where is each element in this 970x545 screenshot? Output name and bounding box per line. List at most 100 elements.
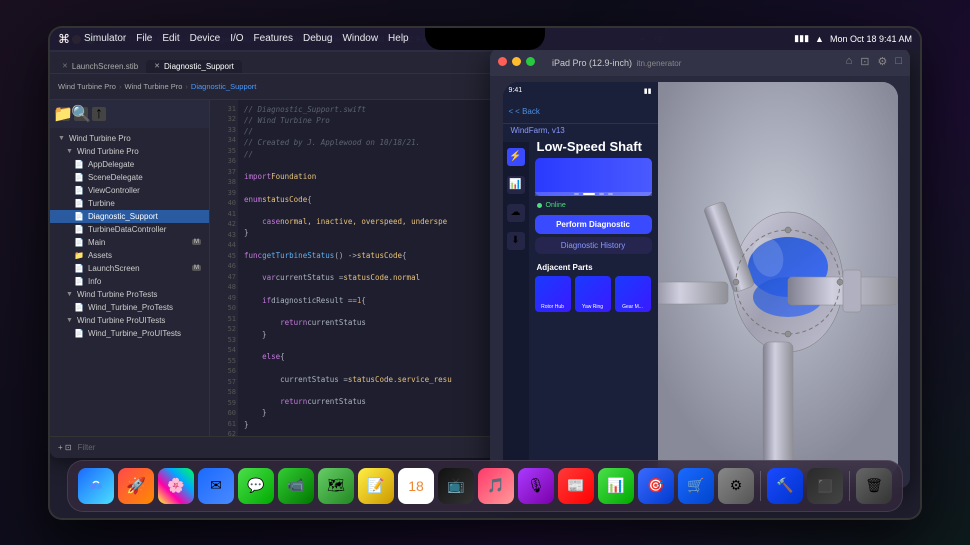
dock-notes[interactable]: 📝 — [358, 468, 394, 504]
path-segment-active: Diagnostic_Support — [191, 82, 256, 91]
ipad-nav-bar: < < Back — [503, 100, 658, 124]
menu-edit[interactable]: Edit — [162, 33, 179, 44]
home-icon[interactable]: ⌂ — [846, 55, 853, 68]
sidebar-item-scenedelegate[interactable]: 📄 SceneDelegate — [50, 171, 209, 184]
ipad-maximize-button[interactable] — [526, 57, 535, 66]
sidebar-item-turbine[interactable]: 📄 Turbine — [50, 197, 209, 210]
app-name-menu[interactable]: Simulator — [84, 33, 126, 44]
sidebar-item-uitests-group[interactable]: ▼ Wind Turbine ProUITests — [50, 314, 209, 327]
file-icon: 📄 — [74, 212, 84, 221]
app-name-label: WindFarm, v13 — [503, 124, 658, 137]
sidebar-item-test1[interactable]: 📄 Wind_Turbine_ProTests — [50, 301, 209, 314]
ipad-minimize-button[interactable] — [512, 57, 521, 66]
sidebar-item-label: Wind Turbine Pro — [77, 147, 139, 156]
sidebar-chart-icon[interactable]: 📊 — [507, 176, 525, 194]
add-source-button[interactable]: + ⊡ — [58, 443, 72, 452]
menu-file[interactable]: File — [136, 33, 152, 44]
sidebar-item-diagnostic[interactable]: 📄 Diagnostic_Support — [50, 210, 209, 223]
ipad-window-subtitle: itn.generator — [637, 59, 682, 68]
dock-numbers[interactable]: 📊 — [598, 468, 634, 504]
file-icon: 📄 — [74, 160, 84, 169]
dock-news[interactable]: 📰 — [558, 468, 594, 504]
dock-trash[interactable]: 🗑 — [856, 468, 892, 504]
thumbnail-gear[interactable]: Gear M... — [615, 276, 651, 312]
tab-label: LaunchScreen.stib — [72, 62, 138, 71]
dock-tv[interactable]: 📺 — [438, 468, 474, 504]
dock-facetime[interactable]: 📹 — [278, 468, 314, 504]
dock-podcasts[interactable]: 🎙 — [518, 468, 554, 504]
dock-divider-2 — [849, 471, 850, 501]
menubar-right: ▮▮▮ ▲ Mon Oct 18 9:41 AM — [794, 33, 912, 44]
thumb-label: Rotor Hub — [541, 304, 564, 310]
sidebar-item-tests-group[interactable]: ▼ Wind Turbine ProTests — [50, 288, 209, 301]
dock-keynote[interactable]: 🎯 — [638, 468, 674, 504]
menu-window[interactable]: Window — [342, 33, 378, 44]
thumbnail-rotor-hub[interactable]: Rotor Hub — [535, 276, 571, 312]
sidebar-cloud-icon[interactable]: ☁ — [507, 204, 525, 222]
sidebar-item-label: TurbineDataController — [88, 225, 166, 234]
dock-reminders[interactable]: 18 — [398, 468, 434, 504]
back-arrow-icon: < — [509, 107, 514, 116]
ipad-close-button[interactable] — [498, 57, 507, 66]
sidebar-item-appdelegate[interactable]: 📄 AppDelegate — [50, 158, 209, 171]
tab-label: Diagnostic_Support — [164, 62, 234, 71]
tab-launchscreen[interactable]: ✕ LaunchScreen.stib — [54, 60, 146, 73]
dock-appstore[interactable]: 🛒 — [678, 468, 714, 504]
sidebar-item-main[interactable]: 📄 Main M — [50, 236, 209, 249]
file-icon: 📄 — [74, 225, 84, 234]
tab-close-icon[interactable]: ✕ — [154, 62, 160, 70]
menu-io[interactable]: I/O — [230, 33, 243, 44]
sidebar-item-datacontroller[interactable]: 📄 TurbineDataController — [50, 223, 209, 236]
sidebar-git-icon[interactable]: ↑ — [92, 107, 106, 121]
dock-finder[interactable] — [78, 468, 114, 504]
sidebar-item-label: Diagnostic_Support — [88, 212, 158, 221]
dock-photos[interactable]: 🌸 — [158, 468, 194, 504]
tab-diagnostic-support[interactable]: ✕ Diagnostic_Support — [146, 60, 242, 73]
diagnostic-history-button[interactable]: Diagnostic History — [535, 237, 652, 254]
dock-xcode[interactable]: 🔨 — [767, 468, 803, 504]
file-icon: 📄 — [74, 264, 84, 273]
menu-device[interactable]: Device — [190, 33, 221, 44]
menu-features[interactable]: Features — [254, 33, 293, 44]
notch — [425, 28, 545, 50]
clock: Mon Oct 18 9:41 AM — [830, 34, 912, 44]
dock-settings[interactable]: ⚙ — [718, 468, 754, 504]
dock-mail[interactable]: ✉ — [198, 468, 234, 504]
sidebar-folder-icon[interactable]: 📁 — [56, 107, 70, 121]
tab-close-icon[interactable]: ✕ — [62, 62, 68, 70]
back-button[interactable]: < < Back — [509, 107, 540, 116]
sidebar-item-viewcontroller[interactable]: 📄 ViewController — [50, 184, 209, 197]
sidebar-item-label: Wind Turbine Pro — [69, 134, 131, 143]
dock-maps[interactable]: 🗺 — [318, 468, 354, 504]
shaft-image-strip[interactable] — [535, 158, 652, 196]
file-icon: 📁 — [74, 251, 84, 260]
sidebar-home-icon[interactable]: ⚡ — [507, 148, 525, 166]
sidebar-item-group[interactable]: ▼ Wind Turbine Pro — [50, 145, 209, 158]
share-icon[interactable]: □ — [895, 55, 902, 68]
file-icon: 📄 — [74, 303, 84, 312]
sidebar-item-info[interactable]: 📄 Info — [50, 275, 209, 288]
sidebar-item-assets[interactable]: 📁 Assets — [50, 249, 209, 262]
dock-launchpad[interactable]: 🚀 — [118, 468, 154, 504]
breadcrumb-path: Wind Turbine Pro › Wind Turbine Pro › Di… — [58, 82, 256, 91]
thumbnail-row: Rotor Hub Yaw Ring Gear M... — [529, 274, 658, 314]
dock-terminal[interactable]: ⬛ — [807, 468, 843, 504]
sidebar-item-project[interactable]: ▼ Wind Turbine Pro — [50, 132, 209, 145]
sidebar-item-label: SceneDelegate — [88, 173, 143, 182]
sidebar-item-launchscreen[interactable]: 📄 LaunchScreen M — [50, 262, 209, 275]
dock-music[interactable]: 🎵 — [478, 468, 514, 504]
dock-messages[interactable]: 💬 — [238, 468, 274, 504]
ipad-status-bar: 9:41 ▮▮ — [503, 82, 658, 100]
sidebar-item-uitest1[interactable]: 📄 Wind_Turbine_ProUITests — [50, 327, 209, 340]
ipad-window-title-area: iPad Pro (12.9-inch) itn.generator — [548, 53, 681, 71]
settings-icon[interactable]: ⚙ — [877, 55, 887, 68]
menu-help[interactable]: Help — [388, 33, 409, 44]
sidebar-item-label: AppDelegate — [88, 160, 134, 169]
strip-indicator-active — [583, 193, 595, 195]
thumbnail-yaw-ring[interactable]: Yaw Ring — [575, 276, 611, 312]
rotate-icon[interactable]: ⊡ — [860, 55, 869, 68]
menu-debug[interactable]: Debug — [303, 33, 332, 44]
perform-diagnostic-button[interactable]: Perform Diagnostic — [535, 215, 652, 234]
sidebar-search-icon[interactable]: 🔍 — [74, 107, 88, 121]
sidebar-download-icon[interactable]: ⬇ — [507, 232, 525, 250]
